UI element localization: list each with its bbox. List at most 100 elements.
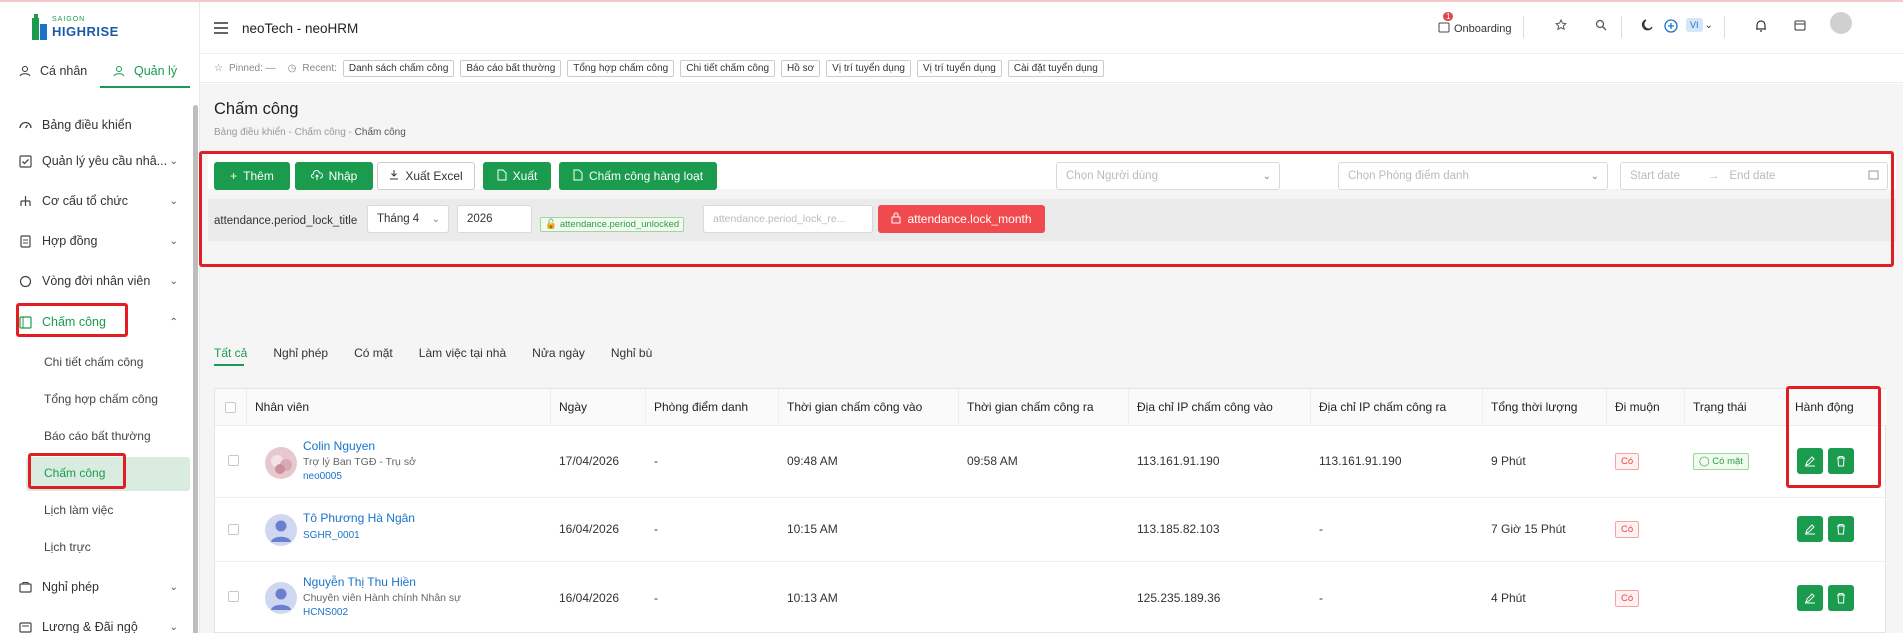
chevron-down-icon: ⌄	[169, 621, 178, 633]
table-row[interactable]: Tô Phương Hà Ngân SGHR_0001 16/04/2026 -…	[215, 497, 1887, 561]
total-cell: 9 Phút	[1491, 454, 1526, 468]
row-checkbox[interactable]	[228, 524, 239, 535]
recent-chip[interactable]: Vị trí tuyển dụng	[826, 60, 911, 77]
company-logo[interactable]: SAIGON HIGHRISE	[30, 14, 140, 42]
language-selector[interactable]: VI ⌄	[1686, 18, 1713, 32]
recent-chip[interactable]: Danh sách chấm công	[342, 60, 455, 77]
room-cell: -	[654, 454, 658, 468]
role-personal-tab[interactable]: Cá nhân	[18, 64, 87, 78]
edit-button[interactable]	[1797, 516, 1823, 542]
employee-position: Trợ lý Ban TGĐ - Trụ sở	[303, 456, 416, 468]
row-checkbox-cell	[228, 455, 239, 466]
sidebar-item-lifecycle[interactable]: Vòng đời nhân viên ⌄	[18, 274, 178, 288]
employee-code[interactable]: SGHR_0001	[303, 530, 415, 541]
sidebar-item-leave[interactable]: Nghỉ phép ⌄	[18, 580, 178, 594]
tab-half-day[interactable]: Nửa ngày	[532, 346, 585, 360]
recent-chip[interactable]: Hồ sơ	[781, 60, 821, 77]
tab-present[interactable]: Có mặt	[354, 346, 393, 360]
calendar-icon[interactable]	[1794, 19, 1806, 34]
room-cell: -	[654, 522, 658, 536]
employee-code[interactable]: neo0005	[303, 471, 416, 482]
recent-chip[interactable]: Chi tiết chấm công	[680, 60, 776, 77]
app-title: neoTech - neoHRM	[242, 21, 359, 36]
breadcrumb-item[interactable]: Chấm công	[295, 127, 346, 138]
clock-icon: ◷	[287, 63, 297, 74]
chevron-up-icon: ⌃	[169, 316, 178, 328]
actions-cell	[1797, 516, 1854, 542]
column-header: Tổng thời lượng	[1483, 389, 1607, 425]
onboarding-button[interactable]: 1 Onboarding	[1438, 12, 1512, 36]
chevron-down-icon: ⌄	[169, 275, 178, 287]
tab-leave[interactable]: Nghỉ phép	[273, 346, 328, 360]
row-checkbox[interactable]	[228, 591, 239, 602]
chevron-down-icon: ⌄	[169, 581, 178, 593]
tab-comp-off[interactable]: Nghỉ bù	[611, 346, 652, 360]
divider	[1724, 16, 1725, 38]
star-icon: ☆	[214, 63, 223, 74]
breadcrumb-item[interactable]: Bảng điều khiển	[214, 127, 286, 138]
select-all-header	[215, 389, 247, 425]
column-header: Trạng thái	[1685, 389, 1787, 425]
avatar-photo	[265, 447, 297, 479]
avatar[interactable]	[1830, 12, 1852, 34]
delete-button[interactable]	[1828, 585, 1854, 611]
employee-name[interactable]: Tô Phương Hà Ngân	[303, 511, 415, 525]
sidebar-item-label: Nghỉ phép	[42, 580, 99, 594]
sidebar-sub-work-schedule[interactable]: Lịch làm việc	[44, 503, 113, 517]
hamburger-menu-icon[interactable]	[214, 22, 228, 37]
edit-button[interactable]	[1797, 585, 1823, 611]
sidebar-item-org-structure[interactable]: Cơ cấu tổ chức ⌄	[18, 194, 178, 208]
delete-button[interactable]	[1828, 516, 1854, 542]
sidebar-sub-duty-schedule[interactable]: Lịch trực	[44, 540, 91, 554]
check-in-cell: 10:15 AM	[787, 522, 838, 536]
sidebar-item-dashboard[interactable]: Bảng điều khiển	[18, 118, 178, 132]
tab-active-underline	[214, 364, 244, 366]
employee-name[interactable]: Nguyễn Thị Thu Hiền	[303, 575, 461, 589]
sidebar-item-label: Lương & Đãi ngộ	[42, 620, 138, 633]
onboarding-label: Onboarding	[1454, 22, 1512, 35]
table-row[interactable]: Nguyễn Thị Thu Hiền Chuyên viên Hành chí…	[215, 561, 1887, 633]
late-cell: Có	[1607, 521, 1640, 538]
ip-out-cell: -	[1319, 591, 1323, 605]
logo-text-top: SAIGON	[52, 16, 86, 23]
role-manager-tab[interactable]: Quản lý	[112, 64, 177, 78]
page-title: Chấm công	[214, 100, 299, 118]
table-row[interactable]: Colin Nguyen Trợ lý Ban TGĐ - Trụ sở neo…	[215, 425, 1887, 497]
sidebar-item-payroll[interactable]: Lương & Đãi ngộ ⌄	[18, 620, 178, 633]
avatar	[265, 447, 297, 479]
language-code: VI	[1686, 18, 1703, 32]
sidebar-item-label: Quản lý yêu cầu nhâ...	[42, 154, 168, 168]
highlight-box-attendance-menu	[16, 303, 128, 337]
recent-chip[interactable]: Báo cáo bất thường	[460, 60, 562, 77]
star-icon[interactable]	[1554, 18, 1568, 34]
sidebar-sub-abnormal-report[interactable]: Báo cáo bất thường	[44, 429, 151, 443]
sidebar-item-requests[interactable]: Quản lý yêu cầu nhâ... ⌄	[18, 154, 178, 168]
role-active-underline	[100, 86, 190, 88]
recent-chip[interactable]: Cài đặt tuyển dụng	[1007, 60, 1104, 77]
sidebar-item-contracts[interactable]: Hợp đồng ⌄	[18, 234, 178, 248]
recent-chip[interactable]: Tổng hợp chấm công	[567, 60, 675, 77]
employee-code[interactable]: HCNS002	[303, 607, 461, 618]
recent-chip[interactable]: Vị trí tuyển dụng	[917, 60, 1002, 77]
tab-wfh[interactable]: Làm việc tại nhà	[419, 346, 506, 360]
total-cell: 4 Phút	[1491, 591, 1526, 605]
dark-mode-icon[interactable]	[1641, 19, 1654, 35]
select-all-checkbox[interactable]	[225, 401, 236, 413]
chevron-down-icon: ⌄	[1704, 19, 1713, 31]
tab-all[interactable]: Tất cả	[214, 346, 247, 360]
pin-bar: ☆ Pinned: — ◷ Recent: Danh sách chấm côn…	[200, 55, 1903, 83]
row-checkbox[interactable]	[228, 455, 239, 466]
bell-icon[interactable]	[1755, 19, 1767, 35]
user-icon	[112, 64, 126, 78]
search-icon[interactable]	[1595, 19, 1607, 34]
sidebar-sub-attendance-detail[interactable]: Chi tiết chấm công	[44, 355, 143, 369]
ip-out-cell: 113.161.91.190	[1319, 454, 1402, 468]
sidebar-scrollbar[interactable]	[193, 105, 198, 633]
add-circle-icon[interactable]	[1664, 19, 1678, 36]
onboarding-icon: 1	[1438, 12, 1454, 36]
late-tag: Có	[1615, 521, 1640, 538]
sidebar-sub-attendance-summary[interactable]: Tổng hợp chấm công	[44, 392, 158, 406]
attendance-table: Nhân viên Ngày Phòng điểm danh Thời gian…	[214, 388, 1887, 633]
column-header: Địa chỉ IP chấm công vào	[1129, 389, 1311, 425]
employee-name[interactable]: Colin Nguyen	[303, 439, 416, 453]
